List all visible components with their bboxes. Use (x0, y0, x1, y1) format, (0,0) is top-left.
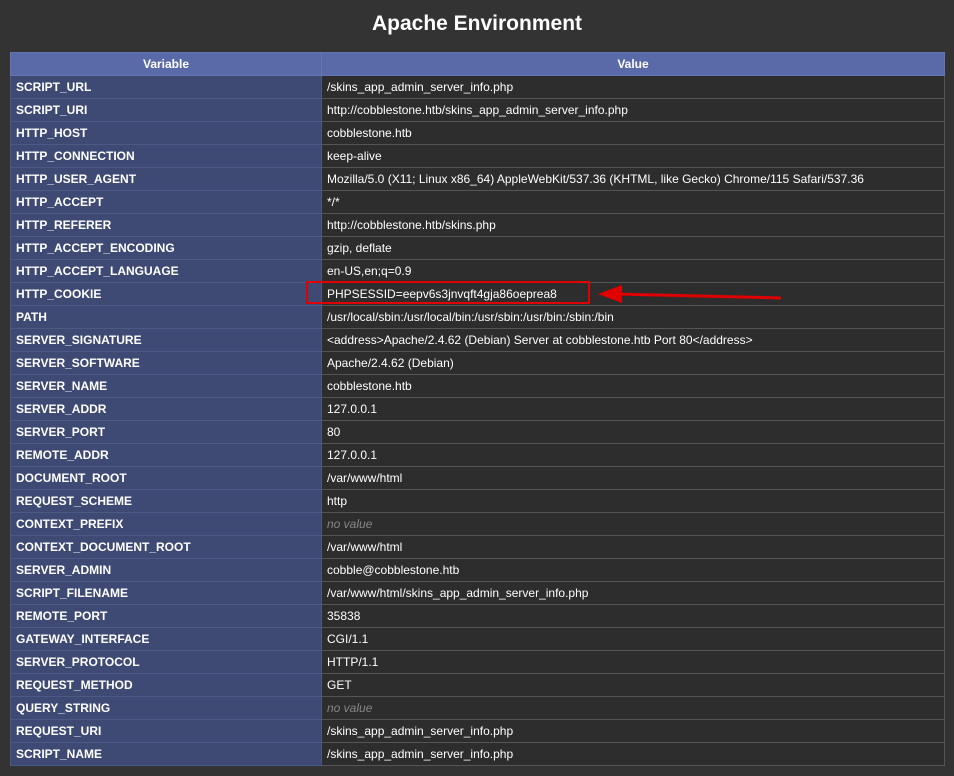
table-row: HTTP_COOKIE PHPSESSID=eepv6s3jnvqft4gja86… (10, 282, 945, 306)
table-row: PATH/usr/local/sbin:/usr/local/bin:/usr/… (10, 305, 945, 329)
variable-cell: SERVER_PORT (10, 420, 322, 444)
value-cell: 127.0.0.1 (321, 443, 945, 467)
value-cell: /skins_app_admin_server_info.php (321, 742, 945, 766)
variable-cell: SCRIPT_FILENAME (10, 581, 322, 605)
value-cell: 35838 (321, 604, 945, 628)
value-cell: en-US,en;q=0.9 (321, 259, 945, 283)
variable-cell: SERVER_PROTOCOL (10, 650, 322, 674)
table-header-row: Variable Value (10, 52, 945, 76)
table-row: SCRIPT_URL/skins_app_admin_server_info.p… (10, 75, 945, 99)
value-cell: no value (321, 512, 945, 536)
value-cell: http://cobblestone.htb/skins.php (321, 213, 945, 237)
value-cell: cobblestone.htb (321, 121, 945, 145)
value-cell: 127.0.0.1 (321, 397, 945, 421)
variable-cell: CONTEXT_DOCUMENT_ROOT (10, 535, 322, 559)
table-row: QUERY_STRING no value (10, 696, 945, 720)
table-row: SERVER_SIGNATURE <address>Apache/2.4.62 (… (10, 328, 945, 352)
value-cell: /skins_app_admin_server_info.php (321, 75, 945, 99)
table-row: SERVER_PORT 80 (10, 420, 945, 444)
value-cell: GET (321, 673, 945, 697)
value-cell: /var/www/html (321, 535, 945, 559)
table-row: SERVER_NAME cobblestone.htb (10, 374, 945, 398)
column-header-variable: Variable (10, 52, 322, 76)
value-cell: Mozilla/5.0 (X11; Linux x86_64) AppleWeb… (321, 167, 945, 191)
table-row: HTTP_HOST cobblestone.htb (10, 121, 945, 145)
variable-cell: HTTP_ACCEPT (10, 190, 322, 214)
table-row: CONTEXT_PREFIX no value (10, 512, 945, 536)
variable-cell: REMOTE_PORT (10, 604, 322, 628)
value-cell: gzip, deflate (321, 236, 945, 260)
variable-cell: REQUEST_METHOD (10, 673, 322, 697)
table-row: SCRIPT_NAME/skins_app_admin_server_info.… (10, 742, 945, 766)
variable-cell: REQUEST_SCHEME (10, 489, 322, 513)
variable-cell: SCRIPT_URL (10, 75, 322, 99)
table-row: CONTEXT_DOCUMENT_ROOT/var/www/html (10, 535, 945, 559)
table-row: REQUEST_SCHEME http (10, 489, 945, 513)
variable-cell: PATH (10, 305, 322, 329)
table-row: SERVER_ADMIN cobble@cobblestone.htb (10, 558, 945, 582)
value-cell: <address>Apache/2.4.62 (Debian) Server a… (321, 328, 945, 352)
value-cell: PHPSESSID=eepv6s3jnvqft4gja86oeprea8 (321, 282, 945, 306)
value-cell: /skins_app_admin_server_info.php (321, 719, 945, 743)
table-row: HTTP_ACCEPT_ENCODING gzip, deflate (10, 236, 945, 260)
table-row: SERVER_SOFTWARE Apache/2.4.62 (Debian) (10, 351, 945, 375)
variable-cell: REQUEST_URI (10, 719, 322, 743)
value-cell: 80 (321, 420, 945, 444)
variable-cell: GATEWAY_INTERFACE (10, 627, 322, 651)
variable-cell: HTTP_ACCEPT_LANGUAGE (10, 259, 322, 283)
variable-cell: SCRIPT_NAME (10, 742, 322, 766)
variable-cell: CONTEXT_PREFIX (10, 512, 322, 536)
column-header-value: Value (321, 52, 945, 76)
table-row: SERVER_PROTOCOL HTTP/1.1 (10, 650, 945, 674)
value-cell: Apache/2.4.62 (Debian) (321, 351, 945, 375)
value-cell: CGI/1.1 (321, 627, 945, 651)
table-row: HTTP_REFERER http://cobblestone.htb/skins… (10, 213, 945, 237)
value-cell: /var/www/html/skins_app_admin_server_inf… (321, 581, 945, 605)
value-cell: /usr/local/sbin:/usr/local/bin:/usr/sbin… (321, 305, 945, 329)
table-row: SCRIPT_URI http://cobblestone.htb/skins_a… (10, 98, 945, 122)
table-row: HTTP_USER_AGENT Mozilla/5.0 (X11; Linux x… (10, 167, 945, 191)
table-row: HTTP_ACCEPT */* (10, 190, 945, 214)
variable-cell: HTTP_ACCEPT_ENCODING (10, 236, 322, 260)
variable-cell: HTTP_COOKIE (10, 282, 322, 306)
value-cell: http (321, 489, 945, 513)
apache-environment-table: Variable Value SCRIPT_URL/skins_app_admi… (10, 52, 945, 766)
value-cell: no value (321, 696, 945, 720)
table-row: SCRIPT_FILENAME/var/www/html/skins_app_a… (10, 581, 945, 605)
variable-cell: HTTP_USER_AGENT (10, 167, 322, 191)
table-row: HTTP_ACCEPT_LANGUAGE en-US,en;q=0.9 (10, 259, 945, 283)
value-cell: */* (321, 190, 945, 214)
value-cell: /var/www/html (321, 466, 945, 490)
table-row: REQUEST_URI/skins_app_admin_server_info.… (10, 719, 945, 743)
table-row: SERVER_ADDR 127.0.0.1 (10, 397, 945, 421)
variable-cell: QUERY_STRING (10, 696, 322, 720)
value-cell: cobblestone.htb (321, 374, 945, 398)
value-cell: http://cobblestone.htb/skins_app_admin_s… (321, 98, 945, 122)
value-cell: keep-alive (321, 144, 945, 168)
variable-cell: SCRIPT_URI (10, 98, 322, 122)
table-row: REQUEST_METHOD GET (10, 673, 945, 697)
variable-cell: SERVER_NAME (10, 374, 322, 398)
variable-cell: SERVER_SIGNATURE (10, 328, 322, 352)
table-row: DOCUMENT_ROOT/var/www/html (10, 466, 945, 490)
variable-cell: HTTP_CONNECTION (10, 144, 322, 168)
variable-cell: DOCUMENT_ROOT (10, 466, 322, 490)
variable-cell: HTTP_HOST (10, 121, 322, 145)
variable-cell: SERVER_SOFTWARE (10, 351, 322, 375)
table-row: HTTP_CONNECTION keep-alive (10, 144, 945, 168)
table-row: REMOTE_PORT 35838 (10, 604, 945, 628)
value-cell: cobble@cobblestone.htb (321, 558, 945, 582)
variable-cell: HTTP_REFERER (10, 213, 322, 237)
table-row: GATEWAY_INTERFACE CGI/1.1 (10, 627, 945, 651)
table-row: REMOTE_ADDR 127.0.0.1 (10, 443, 945, 467)
table-body: SCRIPT_URL/skins_app_admin_server_info.p… (10, 75, 945, 766)
page-title: Apache Environment (371, 12, 583, 35)
value-cell: HTTP/1.1 (321, 650, 945, 674)
variable-cell: SERVER_ADDR (10, 397, 322, 421)
variable-cell: REMOTE_ADDR (10, 443, 322, 467)
variable-cell: SERVER_ADMIN (10, 558, 322, 582)
